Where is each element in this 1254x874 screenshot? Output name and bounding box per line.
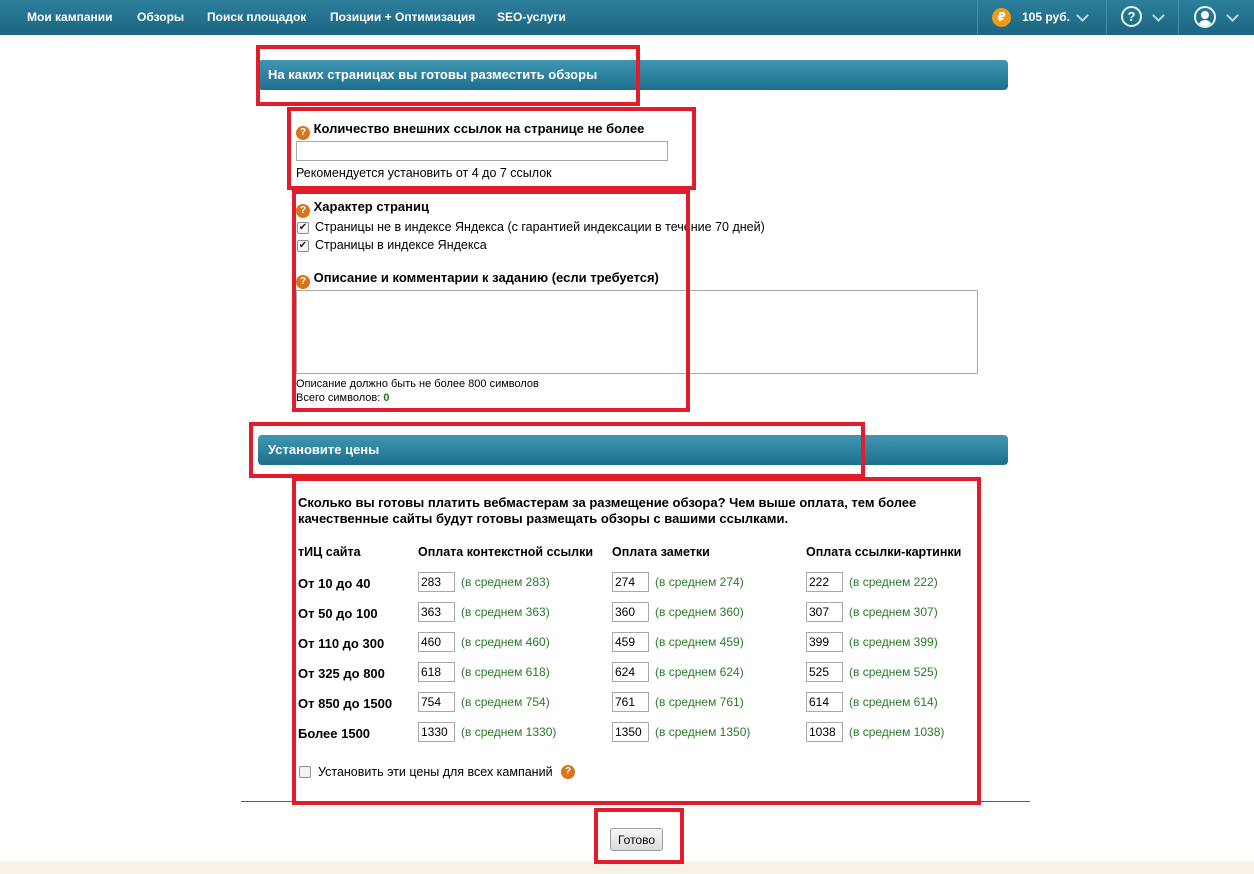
price-context-input[interactable] xyxy=(418,662,455,682)
nav-my-campaigns[interactable]: Мои кампании xyxy=(27,10,113,24)
nav-site-search[interactable]: Поиск площадок xyxy=(207,10,306,24)
price-image-input[interactable] xyxy=(806,662,843,682)
price-image-input[interactable] xyxy=(806,722,843,742)
price-note-input[interactable] xyxy=(612,692,649,712)
avg-context: (в среднем 460) xyxy=(461,635,550,649)
row-label: От 325 до 800 xyxy=(298,666,385,681)
avg-image: (в среднем 525) xyxy=(849,665,938,679)
avg-image: (в среднем 399) xyxy=(849,635,938,649)
avg-context: (в среднем 283) xyxy=(461,575,550,589)
price-note-input[interactable] xyxy=(612,722,649,742)
nav-separator xyxy=(1178,0,1179,35)
done-button[interactable]: Готово xyxy=(610,828,663,851)
balance-chevron-down-icon[interactable] xyxy=(1076,9,1089,22)
question-icon[interactable]: ? xyxy=(296,204,310,218)
user-avatar-icon[interactable] xyxy=(1194,6,1216,28)
price-context-input[interactable] xyxy=(418,692,455,712)
price-image-input[interactable] xyxy=(806,602,843,622)
not-indexed-label[interactable]: Страницы не в индексе Яндекса (с гаранти… xyxy=(315,220,765,234)
user-chevron-down-icon[interactable] xyxy=(1226,9,1239,22)
col-head-context-link: Оплата контекстной ссылки xyxy=(418,545,594,559)
description-label-text: Описание и комментарии к заданию (если т… xyxy=(313,270,659,285)
indexed-checkbox[interactable]: ✔ xyxy=(297,240,309,252)
page-type-label: ? Характер страниц xyxy=(296,199,429,218)
section-header-prices: Установите цены xyxy=(258,435,1008,465)
col-head-note: Оплата заметки xyxy=(612,545,710,559)
apply-all-checkbox[interactable] xyxy=(299,766,311,778)
row-label: Более 1500 xyxy=(298,726,371,741)
row-label: От 50 до 100 xyxy=(298,606,378,621)
nav-separator xyxy=(977,0,978,35)
price-context-input[interactable] xyxy=(418,572,455,592)
price-context-input[interactable] xyxy=(418,722,455,742)
prices-intro: Сколько вы готовы платить вебмастерам за… xyxy=(298,495,917,526)
footer-strip xyxy=(0,861,1254,874)
avg-image: (в среднем 1038) xyxy=(849,725,945,739)
section-header-pages: На каких страницах вы готовы разместить … xyxy=(258,60,1008,90)
row-label: От 850 до 1500 xyxy=(298,696,393,711)
avg-context: (в среднем 754) xyxy=(461,695,550,709)
price-image-input[interactable] xyxy=(806,692,843,712)
avg-note: (в среднем 1350) xyxy=(655,725,751,739)
form-divider xyxy=(241,801,1030,802)
nav-separator xyxy=(1106,0,1107,35)
balance-amount[interactable]: 105 руб. xyxy=(1022,10,1070,24)
help-icon[interactable]: ? xyxy=(1121,6,1142,27)
links-count-hint: Рекомендуется установить от 4 до 7 ссыло… xyxy=(296,166,552,180)
description-limit-note: Описание должно быть не более 800 символ… xyxy=(296,378,539,390)
avg-note: (в среднем 274) xyxy=(655,575,744,589)
apply-all-label[interactable]: Установить эти цены для всех кампаний xyxy=(318,765,553,779)
col-head-image-link: Оплата ссылки-картинки xyxy=(806,545,962,559)
links-count-input[interactable] xyxy=(296,141,668,161)
avg-context: (в среднем 618) xyxy=(461,665,550,679)
price-context-input[interactable] xyxy=(418,602,455,622)
help-chevron-down-icon[interactable] xyxy=(1152,9,1165,22)
avg-note: (в среднем 360) xyxy=(655,605,744,619)
col-head-tic: тИЦ сайта xyxy=(298,545,361,559)
row-label: От 10 до 40 xyxy=(298,576,371,591)
price-note-input[interactable] xyxy=(612,662,649,682)
price-image-input[interactable] xyxy=(806,632,843,652)
price-note-input[interactable] xyxy=(612,572,649,592)
price-image-input[interactable] xyxy=(806,572,843,592)
question-icon[interactable]: ? xyxy=(296,126,310,140)
question-icon[interactable]: ? xyxy=(561,765,575,779)
char-count-label: Всего символов: xyxy=(296,392,381,404)
avg-note: (в среднем 761) xyxy=(655,695,744,709)
avg-image: (в среднем 307) xyxy=(849,605,938,619)
description-label: ? Описание и комментарии к заданию (если… xyxy=(296,270,659,289)
avg-context: (в среднем 1330) xyxy=(461,725,557,739)
price-note-input[interactable] xyxy=(612,632,649,652)
nav-reviews[interactable]: Обзоры xyxy=(137,10,184,24)
description-textarea[interactable] xyxy=(296,290,978,374)
page-type-label-text: Характер страниц xyxy=(313,199,429,214)
avg-note: (в среднем 459) xyxy=(655,635,744,649)
nav-seo-services[interactable]: SEO-услуги xyxy=(497,10,566,24)
char-count: Всего символов: 0 xyxy=(296,392,389,404)
not-indexed-checkbox[interactable]: ✔ xyxy=(297,222,309,234)
top-navigation-bar: Мои кампании Обзоры Поиск площадок Позиц… xyxy=(0,0,1254,35)
char-count-value: 0 xyxy=(383,392,390,404)
avg-image: (в среднем 222) xyxy=(849,575,938,589)
avg-context: (в среднем 363) xyxy=(461,605,550,619)
avg-note: (в среднем 624) xyxy=(655,665,744,679)
links-count-label-text: Количество внешних ссылок на странице не… xyxy=(313,121,645,136)
nav-positions-optimization[interactable]: Позиции + Оптимизация xyxy=(330,10,475,24)
question-icon[interactable]: ? xyxy=(296,275,310,289)
price-context-input[interactable] xyxy=(418,632,455,652)
row-label: От 110 до 300 xyxy=(298,636,385,651)
price-note-input[interactable] xyxy=(612,602,649,622)
ruble-coin-icon: ₽ xyxy=(992,8,1011,27)
links-count-label: ? Количество внешних ссылок на странице … xyxy=(296,121,644,140)
avg-image: (в среднем 614) xyxy=(849,695,938,709)
indexed-label[interactable]: Страницы в индексе Яндекса xyxy=(315,238,487,252)
